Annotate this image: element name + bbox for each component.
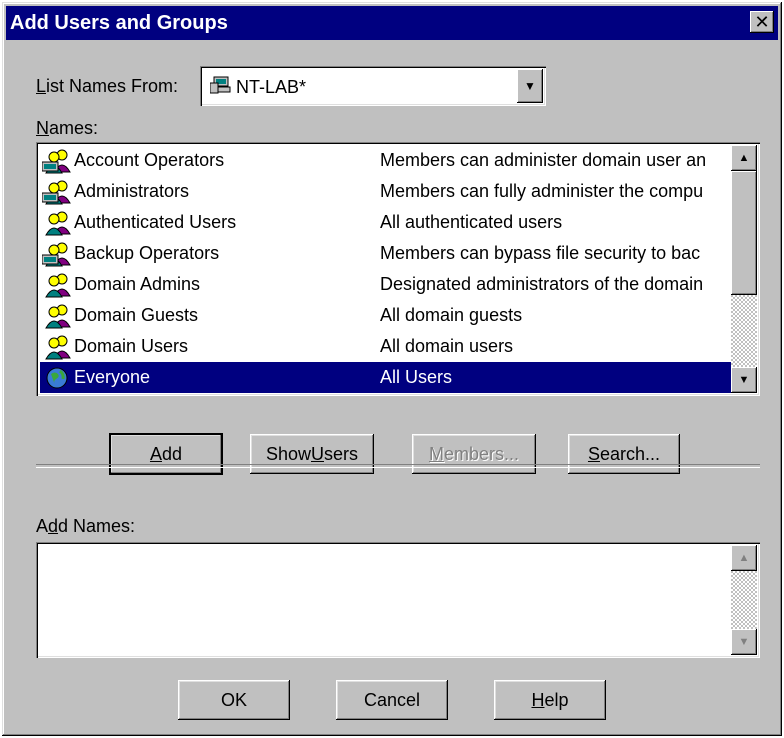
add-names-scrollbar[interactable]: ▲ ▼	[731, 545, 757, 655]
scroll-thumb[interactable]	[731, 171, 757, 295]
add-users-and-groups-dialog: Add Users and Groups ✕ List Names From: …	[2, 2, 782, 736]
list-item[interactable]: Account Operators Members can administer …	[40, 145, 734, 176]
names-list[interactable]: Account Operators Members can administer …	[36, 142, 760, 396]
global-group-icon	[40, 303, 74, 329]
list-item-name: Domain Guests	[74, 305, 199, 325]
local-group-icon	[40, 179, 74, 205]
list-item-name: Domain Admins	[74, 274, 201, 294]
globe-icon	[40, 366, 74, 390]
scroll-down-icon[interactable]: ▼	[731, 629, 757, 655]
list-item-description: Members can bypass file security to bac	[380, 243, 701, 263]
list-item-description: All domain guests	[380, 305, 523, 325]
names-label: Names:	[36, 118, 99, 138]
global-group-icon	[40, 334, 74, 360]
help-button[interactable]: Help	[494, 680, 606, 720]
list-item[interactable]: Domain Users All domain users	[40, 331, 734, 362]
show-users-button[interactable]: Show Users	[250, 434, 374, 474]
list-names-from-dropdown[interactable]: NT-LAB* ▼	[200, 66, 546, 106]
local-group-icon	[40, 148, 74, 174]
global-group-icon	[40, 272, 74, 298]
list-item[interactable]: Everyone All Users	[40, 362, 734, 393]
list-names-from-value: NT-LAB*	[236, 77, 307, 97]
list-item-name: Everyone	[74, 367, 151, 387]
local-group-icon	[40, 241, 74, 267]
list-item[interactable]: Domain Guests All domain guests	[40, 300, 734, 331]
close-icon[interactable]: ✕	[750, 11, 774, 33]
list-item-description: Members can administer domain user an	[380, 150, 707, 170]
scroll-up-icon[interactable]: ▲	[731, 545, 757, 571]
scroll-down-icon[interactable]: ▼	[731, 367, 757, 393]
add-button[interactable]: Add	[109, 433, 223, 475]
list-item-name: Administrators	[74, 181, 190, 201]
cancel-button[interactable]: Cancel	[336, 680, 448, 720]
dialog-title: Add Users and Groups	[10, 11, 228, 34]
list-item-description: All authenticated users	[380, 212, 563, 232]
list-item-description: All domain users	[380, 336, 514, 356]
list-item-name: Backup Operators	[74, 243, 220, 263]
title-bar[interactable]: Add Users and Groups ✕	[6, 6, 778, 40]
add-names-field[interactable]: ▲ ▼	[36, 542, 760, 658]
list-item[interactable]: Authenticated Users All authenticated use…	[40, 207, 734, 238]
list-item-name: Authenticated Users	[74, 212, 237, 232]
list-names-from-label: List Names From:	[36, 76, 179, 96]
list-item-name: Domain Users	[74, 336, 189, 356]
names-scrollbar[interactable]: ▲ ▼	[731, 145, 757, 393]
separator	[36, 464, 760, 468]
search-button[interactable]: Search...	[568, 434, 680, 474]
ok-button[interactable]: OK	[178, 680, 290, 720]
list-item[interactable]: Domain Admins Designated administrators o…	[40, 269, 734, 300]
list-item[interactable]: Administrators Members can fully administ…	[40, 176, 734, 207]
add-names-label: Add Names:	[36, 516, 136, 536]
computer-icon	[209, 75, 232, 100]
list-item-description: All Users	[380, 367, 453, 387]
scroll-up-icon[interactable]: ▲	[731, 145, 757, 171]
list-item-name: Account Operators	[74, 150, 225, 170]
list-item-description: Members can fully administer the compu	[380, 181, 704, 201]
members-button[interactable]: Members...	[412, 434, 536, 474]
list-item-description: Designated administrators of the domain	[380, 274, 704, 294]
chevron-down-icon[interactable]: ▼	[517, 69, 543, 103]
list-item[interactable]: Backup Operators Members can bypass file …	[40, 238, 734, 269]
global-group-icon	[40, 210, 74, 236]
